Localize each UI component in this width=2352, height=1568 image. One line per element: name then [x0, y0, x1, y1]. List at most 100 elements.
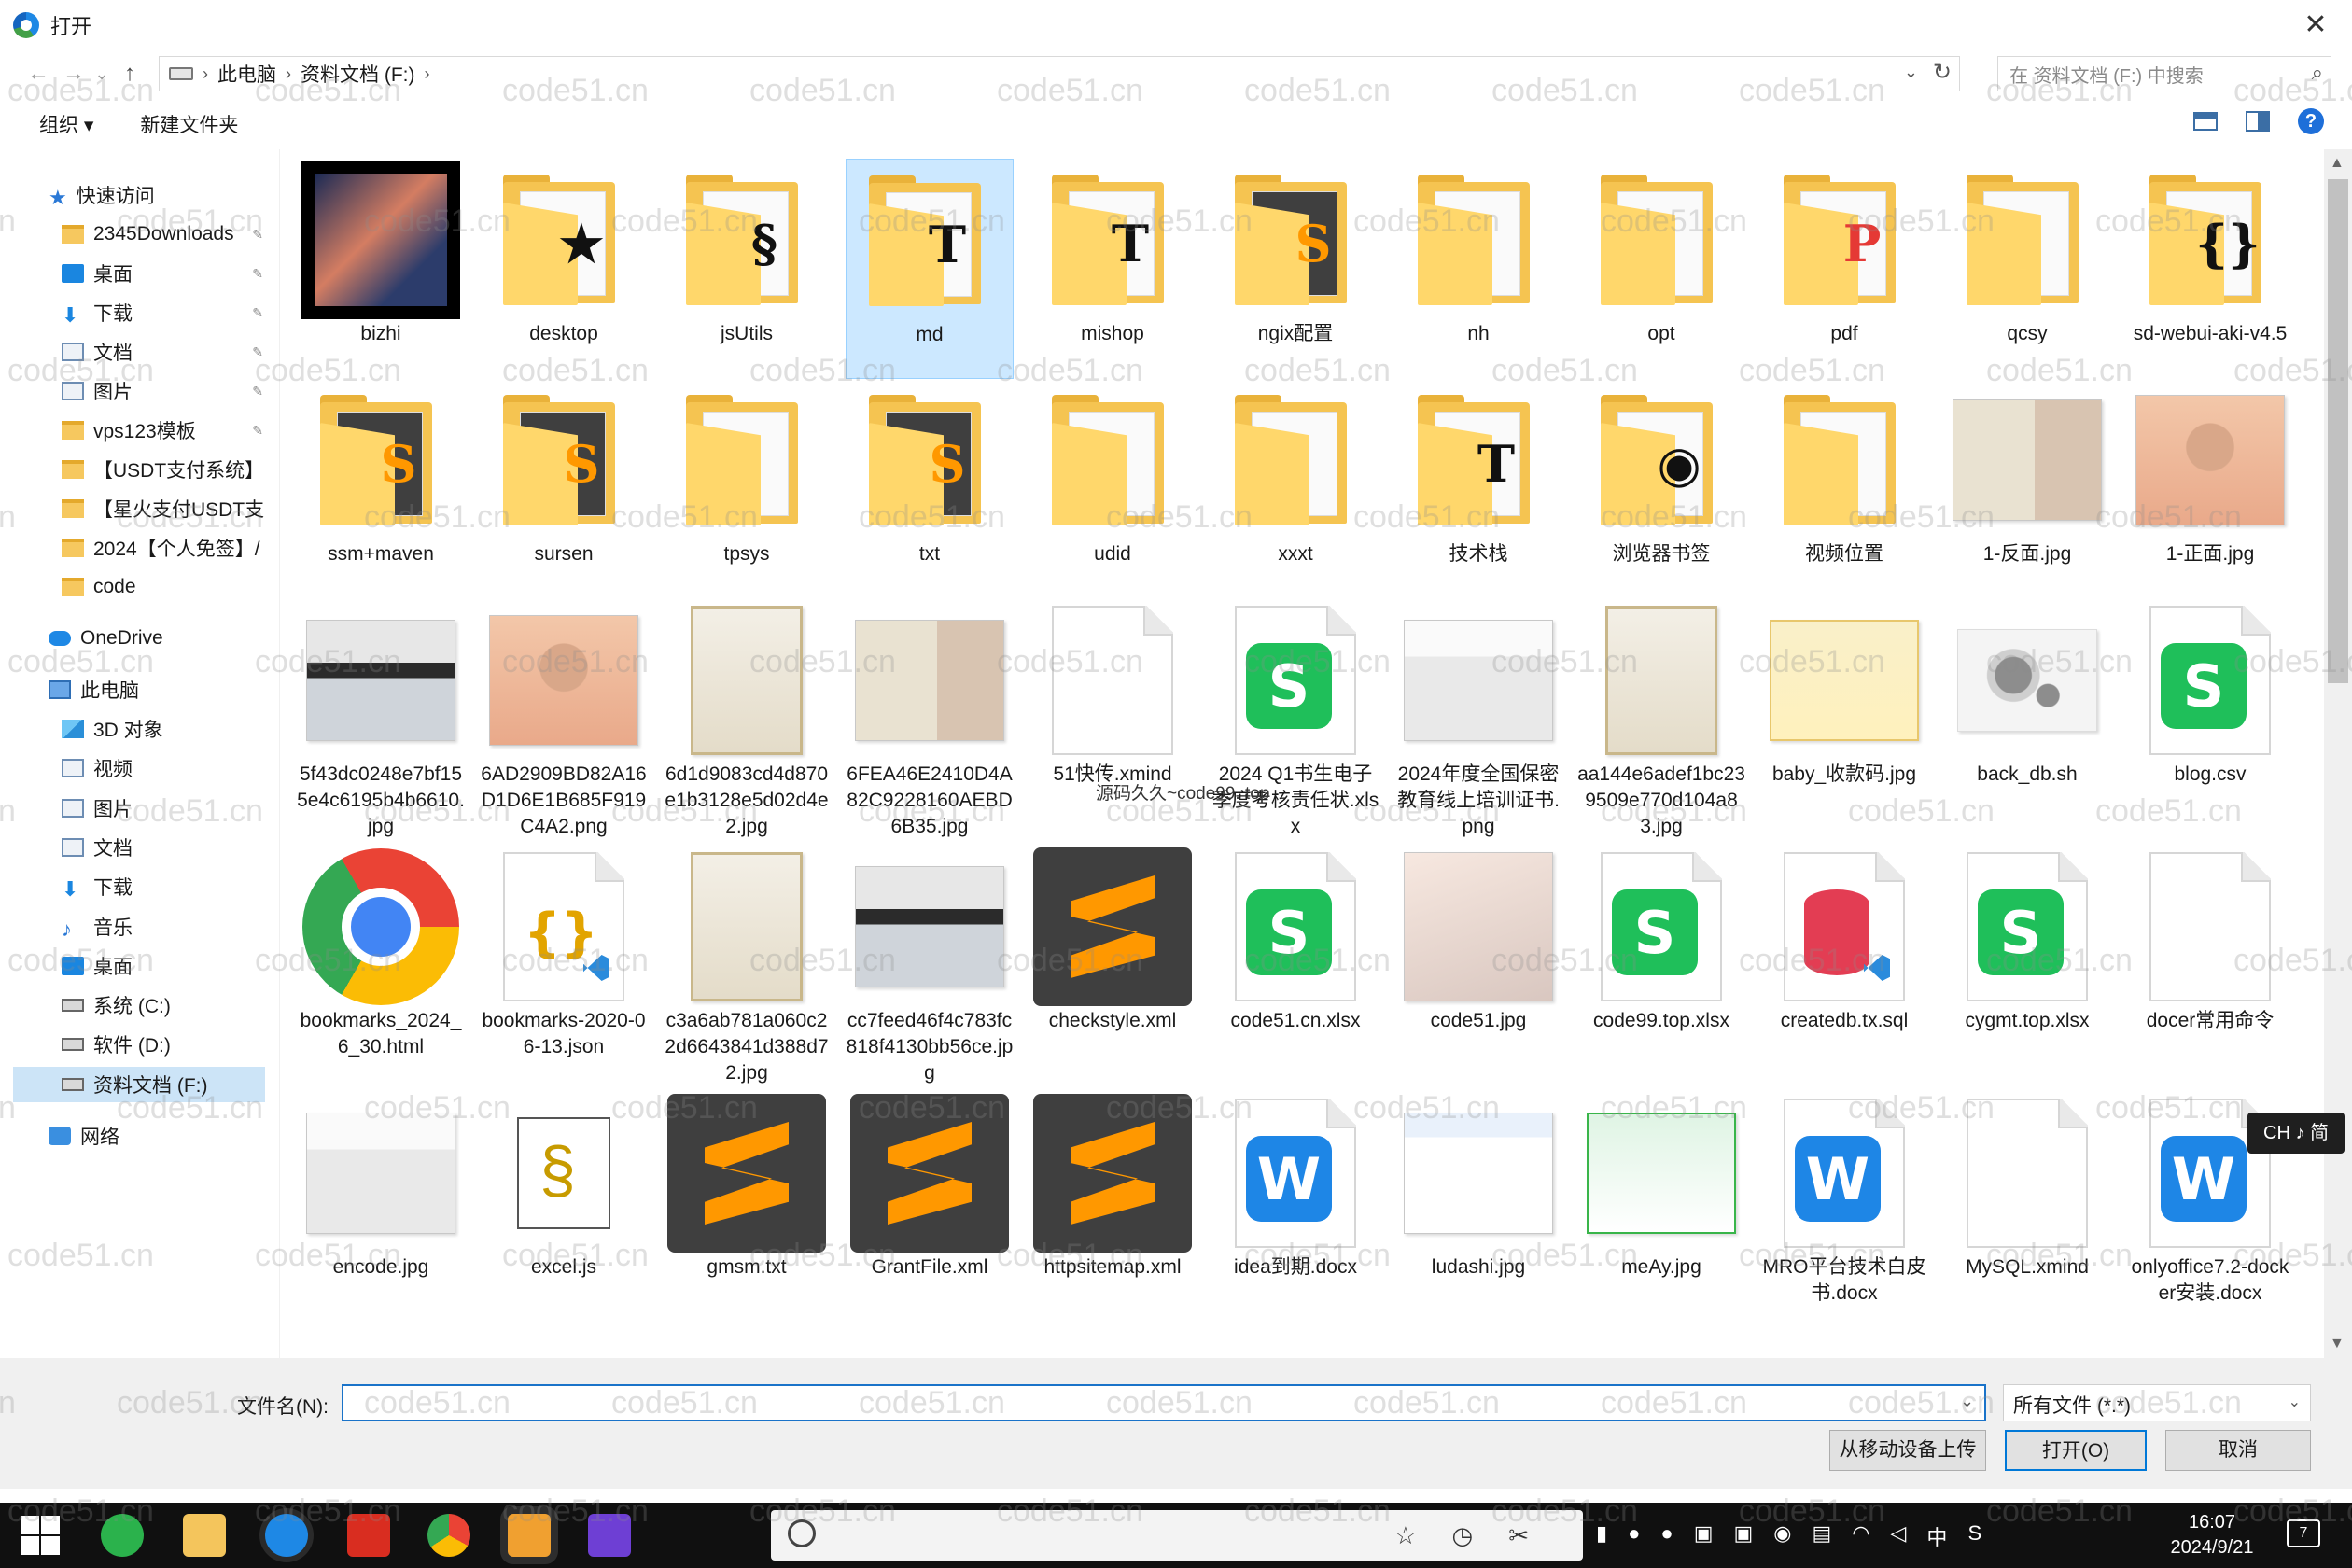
sidebar-item[interactable]: 【USDT支付系统】 [62, 452, 271, 487]
file-item[interactable]: 1-正面.jpg [2126, 379, 2294, 599]
file-item[interactable]: Tmishop [1029, 159, 1197, 379]
sidebar-item[interactable]: 2024【个人免签】/ [62, 530, 271, 566]
sidebar-item[interactable]: 图片 ✎ [62, 373, 271, 409]
breadcrumb-separator[interactable]: › [424, 64, 429, 84]
up-arrow-icon[interactable]: ↑ [112, 56, 147, 91]
sidebar-pc-item[interactable]: 桌面 [62, 948, 271, 984]
sidebar-pc-item[interactable]: 文档 [62, 830, 271, 865]
file-list-view[interactable]: bizhi ★ desktop § jsUtils Tmd Tmishop Sngix配置 nh… [284, 149, 2324, 1358]
sidebar-pc-item[interactable]: 3D 对象 [62, 711, 271, 747]
sidebar-pc-item[interactable]: 软件 (D:) [62, 1027, 271, 1062]
file-item[interactable]: docer常用命令 [2126, 846, 2294, 1092]
keyboard-icon[interactable]: ▤ [1813, 1521, 1832, 1551]
file-item[interactable]: aa144e6adef1bc239509e770d104a83.jpg [1577, 599, 1745, 846]
open-button[interactable]: 打开(O) [2005, 1430, 2147, 1471]
file-item[interactable]: nh [1394, 159, 1562, 379]
file-item[interactable]: c3a6ab781a060c22d6643841d388d72.jpg [663, 846, 831, 1092]
organize-button[interactable]: 组织 ▾ [39, 110, 93, 138]
file-item[interactable]: tpsys [663, 379, 831, 599]
file-item[interactable]: {} bookmarks-2020-06-13.json [480, 846, 648, 1092]
file-item[interactable]: createdb.tx.sql [1760, 846, 1928, 1092]
qq-icon[interactable]: ● [1628, 1521, 1640, 1551]
file-item[interactable]: Scode51.cn.xlsx [1211, 846, 1379, 1092]
file-item[interactable]: checkstyle.xml [1029, 846, 1197, 1092]
file-item[interactable]: qcsy [1943, 159, 2111, 379]
app-tray-icon[interactable]: ▣ [1694, 1521, 1714, 1551]
file-item[interactable]: ◉ 浏览器书签 [1577, 379, 1745, 599]
filename-input[interactable] [342, 1384, 1986, 1421]
baidu-netdisk-icon[interactable] [508, 1514, 551, 1557]
edge-browser-icon[interactable] [265, 1514, 308, 1557]
file-item[interactable]: {} sd-webui-aki-v4.5 [2126, 159, 2294, 379]
file-explorer-icon[interactable] [183, 1514, 226, 1557]
file-item[interactable]: Sngix配置 [1211, 159, 1379, 379]
file-item[interactable]: ludashi.jpg [1394, 1092, 1562, 1338]
file-item[interactable]: 1-反面.jpg [1943, 379, 2111, 599]
sidebar-pc-item[interactable]: ⬇ 下载 [62, 869, 271, 904]
file-item[interactable]: encode.jpg [297, 1092, 465, 1338]
sidebar-item[interactable]: 桌面 ✎ [62, 256, 271, 291]
file-item[interactable]: udid [1029, 379, 1197, 599]
app-360-icon[interactable] [101, 1514, 144, 1557]
sidebar-pc-item[interactable]: 视频 [62, 750, 271, 786]
close-icon[interactable]: ✕ [2300, 9, 2331, 41]
taskbar-clock[interactable]: 16:07 2024/9/21 [2147, 1510, 2277, 1561]
qq2-icon[interactable]: ● [1660, 1521, 1673, 1551]
chrome-icon[interactable] [427, 1514, 470, 1557]
sidebar-pc-item[interactable]: 资料文档 (F:) [13, 1066, 265, 1102]
file-item[interactable]: code51.jpg [1394, 846, 1562, 1092]
wechat-icon[interactable]: ◉ [1773, 1521, 1791, 1551]
windows-start-icon[interactable] [19, 1514, 62, 1557]
file-item[interactable]: 5f43dc0248e7bf155e4c6195b4b6610.jpg [297, 599, 465, 846]
nav-quick-access[interactable]: ★ 快速访问 [49, 177, 273, 213]
back-arrow-icon[interactable]: ← [21, 56, 56, 91]
nav-this-pc[interactable]: 此电脑 [49, 672, 273, 707]
file-item[interactable]: W MRO平台技术白皮书.docx [1760, 1092, 1928, 1338]
refresh-icon[interactable]: ↻ [1933, 59, 1952, 86]
file-item[interactable]: bizhi [297, 159, 465, 379]
taskbar-search-box[interactable]: ☆◷✂ [771, 1510, 1583, 1561]
sidebar-item[interactable]: 【星火支付USDT支 [62, 491, 271, 526]
file-item[interactable]: Widea到期.docx [1211, 1092, 1379, 1338]
forward-arrow-icon[interactable]: → [56, 56, 91, 91]
file-item[interactable]: S 2024 Q1书生电子季度考核责任状.xlsx [1211, 599, 1379, 846]
file-item[interactable]: cc7feed46f4c783fc818f4130bb56ce.jpg [846, 846, 1014, 1092]
usb-icon[interactable]: ▮ [1596, 1521, 1607, 1551]
file-item[interactable]: Ppdf [1760, 159, 1928, 379]
file-item[interactable]: Ssursen [480, 379, 648, 599]
file-item[interactable]: ★ desktop [480, 159, 648, 379]
address-dropdown-icon[interactable]: ⌄ [1904, 63, 1918, 82]
change-view-icon[interactable] [2193, 112, 2218, 131]
file-item[interactable]: Sblog.csv [2126, 599, 2294, 846]
sidebar-item[interactable]: 文档 ✎ [62, 334, 271, 370]
file-item[interactable]: Stxt [846, 379, 1014, 599]
file-item[interactable]: opt [1577, 159, 1745, 379]
sidebar-pc-item[interactable]: ♪ 音乐 [62, 909, 271, 945]
sidebar-pc-item[interactable]: 系统 (C:) [62, 987, 271, 1023]
volume-icon[interactable]: ◁ [1891, 1521, 1907, 1551]
upload-from-mobile-button[interactable]: 从移动设备上传 [1829, 1430, 1986, 1471]
notification-center-icon[interactable]: 7 [2287, 1519, 2320, 1547]
wps-office-icon[interactable] [347, 1514, 390, 1557]
file-item[interactable]: Sssm+maven [297, 379, 465, 599]
file-item[interactable]: gmsm.txt [663, 1092, 831, 1338]
scrollbar-thumb[interactable] [2328, 179, 2348, 683]
ime-indicator[interactable]: CH ♪ 简 [2247, 1113, 2345, 1154]
file-item[interactable]: back_db.sh [1943, 599, 2111, 846]
file-item[interactable]: GrantFile.xml [846, 1092, 1014, 1338]
new-folder-button[interactable]: 新建文件夹 [140, 110, 238, 138]
sidebar-pc-item[interactable]: 图片 [62, 791, 271, 826]
file-item[interactable]: baby_收款码.jpg [1760, 599, 1928, 846]
scroll-down-icon[interactable]: ▼ [2330, 1336, 2345, 1352]
file-item[interactable]: MySQL.xmind [1943, 1092, 2111, 1338]
file-item[interactable]: 6FEA46E2410D4A82C9228160AEBD6B35.jpg [846, 599, 1014, 846]
file-item[interactable]: 2024年度全国保密教育线上培训证书.png [1394, 599, 1562, 846]
nav-onedrive[interactable]: OneDrive [49, 621, 273, 656]
file-item[interactable]: 6AD2909BD82A16D1D6E1B685F919C4A2.png [480, 599, 648, 846]
file-item[interactable]: 6d1d9083cd4d870e1b3128e5d02d4e2.jpg [663, 599, 831, 846]
intellij-icon[interactable] [588, 1514, 631, 1557]
help-icon[interactable]: ? [2298, 108, 2324, 134]
file-item[interactable]: 51快传.xmind [1029, 599, 1197, 846]
shield-icon[interactable]: ▣ [1734, 1521, 1754, 1551]
wifi-icon[interactable]: ◠ [1852, 1521, 1869, 1551]
